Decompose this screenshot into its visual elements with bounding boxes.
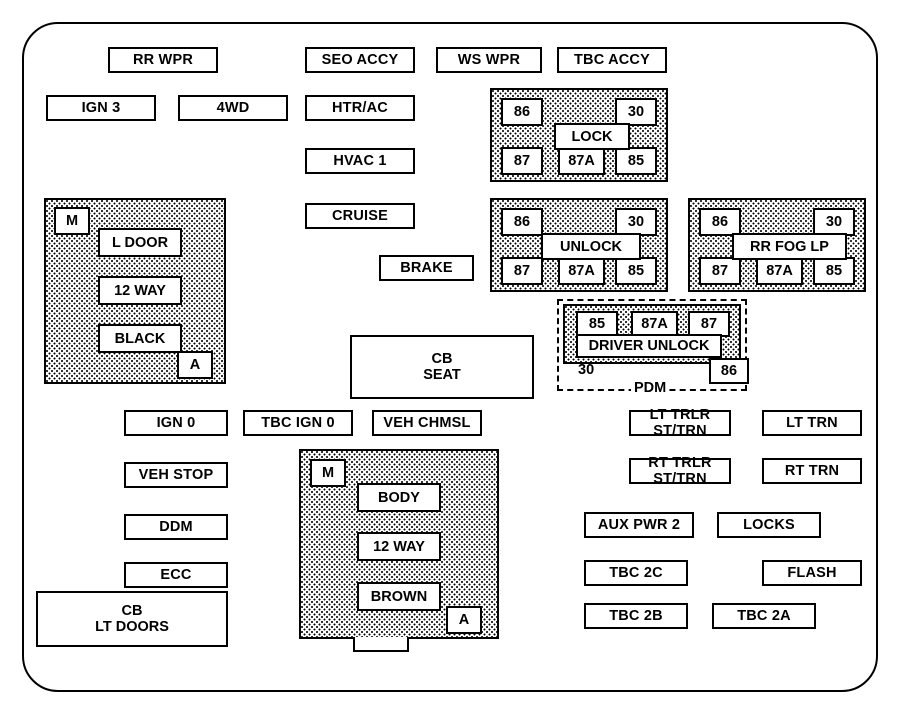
- connector-left-corner-a: A: [177, 351, 213, 379]
- relay-pin-85: 85: [615, 147, 657, 175]
- fuse-lt-trn[interactable]: LT TRN: [762, 410, 862, 436]
- fuse-ecc[interactable]: ECC: [124, 562, 228, 588]
- connector-block-left: M L DOOR 12 WAY BLACK A: [44, 198, 226, 384]
- relay-pin-86: 86: [501, 98, 543, 126]
- connector-left-corner-m: M: [54, 207, 90, 235]
- pdm-pin-86: 86: [709, 358, 749, 384]
- relay-pin-86: 86: [501, 208, 543, 236]
- fuse-flash[interactable]: FLASH: [762, 560, 862, 586]
- fuse-htr-ac[interactable]: HTR/AC: [305, 95, 415, 121]
- fuse-rt-trlr-line-1: RT TRLR: [648, 455, 712, 472]
- fuse-lt-trlr-line-2: ST/TRN: [653, 423, 707, 439]
- fuse-cruise[interactable]: CRUISE: [305, 203, 415, 229]
- fuse-rt-trlr-st-trn[interactable]: RT TRLR ST/TRN: [629, 455, 731, 487]
- fuse-rt-trn[interactable]: RT TRN: [762, 458, 862, 484]
- connector-body-corner-a: A: [446, 606, 482, 634]
- relay-pin-30: 30: [615, 98, 657, 126]
- relay-pin-87: 87: [501, 257, 543, 285]
- connector-left-item-l-door: L DOOR: [98, 228, 182, 257]
- fuse-tbc-ign-0[interactable]: TBC IGN 0: [243, 410, 353, 436]
- relay-pin-85: 85: [615, 257, 657, 285]
- fuse-hvac-1[interactable]: HVAC 1: [305, 148, 415, 174]
- fuse-locks[interactable]: LOCKS: [717, 512, 821, 538]
- fuse-lt-trlr-st-trn[interactable]: LT TRLR ST/TRN: [629, 407, 731, 439]
- fuse-veh-stop[interactable]: VEH STOP: [124, 462, 228, 488]
- fuse-tbc-2b[interactable]: TBC 2B: [584, 603, 688, 629]
- connector-left-item-12-way: 12 WAY: [98, 276, 182, 305]
- fuse-tbc-2c[interactable]: TBC 2C: [584, 560, 688, 586]
- pdm-label: PDM: [631, 380, 670, 396]
- relay-pin-87a: 87A: [558, 257, 605, 285]
- fuse-4wd[interactable]: 4WD: [178, 95, 288, 121]
- cb-lt-doors-line-2: LT DOORS: [95, 619, 169, 635]
- relay-pin-30: 30: [615, 208, 657, 236]
- relay-pin-86: 86: [699, 208, 741, 236]
- relay-pin-87: 87: [699, 257, 741, 285]
- relay-pin-87: 87: [501, 147, 543, 175]
- fuse-aux-pwr-2[interactable]: AUX PWR 2: [584, 512, 694, 538]
- fuse-rr-wpr[interactable]: RR WPR: [108, 47, 218, 73]
- relay-pin-87a: 87A: [756, 257, 803, 285]
- relay-block-rr-fog-lp: 86 30 RR FOG LP 87 87A 85: [688, 198, 866, 292]
- connector-block-body: M BODY 12 WAY BROWN A: [299, 449, 499, 639]
- connector-body-item-12-way: 12 WAY: [357, 532, 441, 561]
- fuse-ign-0[interactable]: IGN 0: [124, 410, 228, 436]
- fuse-block-diagram: RR WPR SEO ACCY WS WPR TBC ACCY IGN 3 4W…: [0, 0, 903, 712]
- relay-name-rr-fog-lp: RR FOG LP: [732, 233, 847, 260]
- connector-left-item-black: BLACK: [98, 324, 182, 353]
- fuse-tbc-accy[interactable]: TBC ACCY: [557, 47, 667, 73]
- relay-name-unlock: UNLOCK: [541, 233, 641, 260]
- fuse-ign-3[interactable]: IGN 3: [46, 95, 156, 121]
- fuse-rt-trlr-line-2: ST/TRN: [653, 471, 707, 487]
- pdm-pin-30-label: 30: [578, 362, 595, 378]
- cb-lt-doors-line-1: CB: [121, 602, 143, 619]
- relay-pin-85: 85: [813, 257, 855, 285]
- cb-seat-line-2: SEAT: [423, 367, 461, 383]
- connector-body-tab: [353, 637, 409, 652]
- connector-body-item-brown: BROWN: [357, 582, 441, 611]
- fuse-veh-chmsl[interactable]: VEH CHMSL: [372, 410, 482, 436]
- relay-pin-30: 30: [813, 208, 855, 236]
- relay-name-lock: LOCK: [554, 123, 630, 150]
- fuse-seo-accy[interactable]: SEO ACCY: [305, 47, 415, 73]
- fuse-brake[interactable]: BRAKE: [379, 255, 474, 281]
- circuit-breaker-cb-lt-doors[interactable]: CB LT DOORS: [36, 591, 228, 647]
- fuse-ws-wpr[interactable]: WS WPR: [436, 47, 542, 73]
- relay-block-lock: 86 30 LOCK 87 87A 85: [490, 88, 668, 182]
- pdm-relay-name-driver-unlock: DRIVER UNLOCK: [576, 334, 722, 358]
- relay-block-unlock: 86 30 UNLOCK 87 87A 85: [490, 198, 668, 292]
- connector-body-corner-m: M: [310, 459, 346, 487]
- circuit-breaker-cb-seat[interactable]: CB SEAT: [350, 335, 534, 399]
- fuse-lt-trlr-line-1: LT TRLR: [649, 407, 711, 424]
- fuse-tbc-2a[interactable]: TBC 2A: [712, 603, 816, 629]
- fuse-ddm[interactable]: DDM: [124, 514, 228, 540]
- cb-seat-line-1: CB: [431, 350, 453, 367]
- connector-body-item-body: BODY: [357, 483, 441, 512]
- relay-pin-87a: 87A: [558, 147, 605, 175]
